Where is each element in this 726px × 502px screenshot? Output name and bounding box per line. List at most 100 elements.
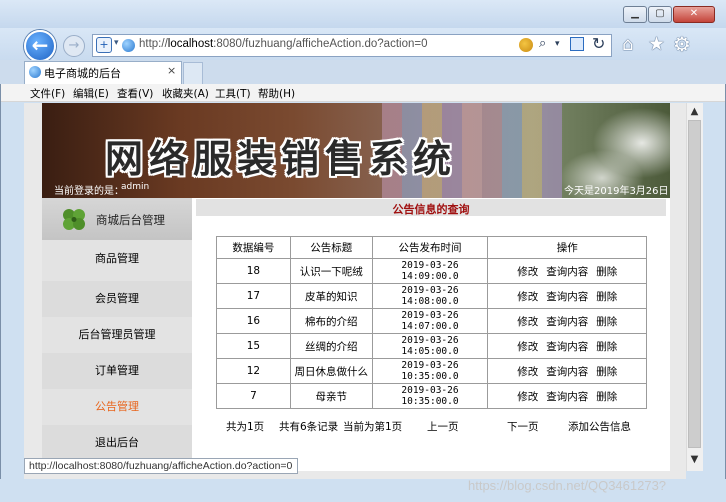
edit-link[interactable]: 修改 bbox=[517, 366, 538, 378]
notice-table: 数据编号 公告标题 公告发布时间 操作 18 认识一下呢绒 2019-03-26… bbox=[216, 236, 647, 409]
sidebar-item-admins[interactable]: 后台管理员管理 bbox=[42, 317, 192, 353]
table-row: 12 周日休息做什么 2019-03-26 10:35:00.0 修改 查询内容删… bbox=[216, 358, 647, 384]
edit-link[interactable]: 修改 bbox=[517, 341, 538, 353]
table-row: 18 认识一下呢绒 2019-03-26 14:09:00.0 修改 查询内容 删除 bbox=[216, 258, 647, 284]
menu-favorites[interactable]: 收藏夹(A) bbox=[162, 86, 209, 101]
notice-time: 2019-03-26 10:35:00.0 bbox=[371, 383, 489, 409]
address-dropdown-icon[interactable]: ▾ bbox=[114, 38, 119, 48]
close-window-button[interactable]: ✕ bbox=[673, 6, 715, 23]
view-link[interactable]: 查询内容 bbox=[546, 266, 588, 278]
table-row: 15 丝绸的介绍 2019-03-26 14:05:00.0 修改 查询内容 删除 bbox=[216, 333, 647, 359]
delete-link[interactable]: 删除 bbox=[596, 366, 617, 378]
gear-icon[interactable]: ⚙ bbox=[673, 32, 691, 56]
url-prefix: http:// bbox=[139, 38, 168, 50]
view-link[interactable]: 查询内容 bbox=[546, 391, 588, 403]
delete-link[interactable]: 删除 bbox=[596, 391, 617, 403]
sidebar-item-members[interactable]: 会员管理 bbox=[42, 281, 192, 317]
watermark: https://blog.csdn.net/QQ3461273? bbox=[468, 478, 667, 493]
home-icon[interactable]: ⌂ bbox=[622, 34, 633, 55]
menu-view[interactable]: 查看(V) bbox=[117, 86, 153, 101]
refresh-icon[interactable]: ↻ bbox=[592, 34, 605, 53]
maximize-button[interactable]: ▢ bbox=[648, 6, 672, 23]
scroll-up-icon[interactable]: ▲ bbox=[686, 103, 703, 120]
compatibility-view-icon[interactable] bbox=[570, 37, 584, 51]
tab-close-icon[interactable]: × bbox=[167, 64, 176, 77]
security-shield-icon[interactable]: + bbox=[96, 37, 112, 53]
notice-time: 2019-03-26 14:09:00.0 bbox=[371, 258, 489, 284]
view-link[interactable]: 查询内容 bbox=[546, 316, 588, 328]
address-url[interactable]: http://localhost:8080/fuzhuang/afficheAc… bbox=[139, 38, 509, 50]
menu-help[interactable]: 帮助(H) bbox=[258, 86, 295, 101]
notice-title: 丝绸的介绍 bbox=[289, 333, 373, 359]
sidebar-item-notices[interactable]: 公告管理 bbox=[42, 389, 192, 425]
menu-file[interactable]: 文件(F) bbox=[30, 86, 65, 101]
tab-ie-icon bbox=[29, 66, 41, 78]
notice-title: 周日休息做什么 bbox=[289, 358, 373, 384]
search-dropdown-icon[interactable]: ▾ bbox=[555, 39, 560, 49]
edit-link[interactable]: 修改 bbox=[517, 391, 538, 403]
notice-id: 7 bbox=[216, 383, 291, 409]
notice-ops: 修改 查询内容 删除 bbox=[487, 333, 647, 359]
search-icon[interactable]: ⌕ bbox=[539, 36, 546, 51]
notice-id: 12 bbox=[216, 358, 291, 384]
menu-tools[interactable]: 工具(T) bbox=[215, 86, 251, 101]
notice-time: 2019-03-26 14:08:00.0 bbox=[371, 283, 489, 309]
delete-link[interactable]: 删除 bbox=[596, 341, 617, 353]
column-header: 公告标题 bbox=[289, 236, 373, 259]
table-row: 17 皮革的知识 2019-03-26 14:08:00.0 修改 查询内容 删除 bbox=[216, 283, 647, 309]
pager-next-link[interactable]: 下一页 bbox=[507, 419, 539, 434]
sidebar-title: 商城后台管理 bbox=[96, 213, 165, 227]
menu-edit[interactable]: 编辑(E) bbox=[73, 86, 109, 101]
notice-title: 认识一下呢绒 bbox=[289, 258, 373, 284]
notice-id: 17 bbox=[216, 283, 291, 309]
content-title: 公告信息的查询 bbox=[392, 203, 470, 216]
table-header-row: 数据编号 公告标题 公告发布时间 操作 bbox=[216, 236, 647, 259]
table-row: 7 母亲节 2019-03-26 10:35:00.0 修改 查询内容 删除 bbox=[216, 383, 647, 409]
pager-total-pages: 共为1页 bbox=[226, 421, 265, 433]
edit-link[interactable]: 修改 bbox=[517, 266, 538, 278]
compatibility-icon[interactable] bbox=[519, 38, 533, 52]
scroll-thumb[interactable] bbox=[688, 120, 701, 448]
notice-id: 16 bbox=[216, 308, 291, 334]
current-date: 今天是2019年3月26日 bbox=[564, 186, 669, 197]
table-row: 16 棉布的介绍 2019-03-26 14:07:00.0 修改 查询内容 删除 bbox=[216, 308, 647, 334]
forward-arrow-icon[interactable]: → bbox=[63, 35, 85, 57]
delete-link[interactable]: 删除 bbox=[596, 266, 617, 278]
menu-bar bbox=[1, 84, 725, 102]
sidebar-item-orders[interactable]: 订单管理 bbox=[42, 353, 192, 389]
back-arrow-icon[interactable]: ← bbox=[24, 30, 56, 62]
notice-time: 2019-03-26 14:07:00.0 bbox=[371, 308, 489, 334]
column-header: 公告发布时间 bbox=[371, 236, 489, 259]
notice-ops: 修改 查询内容 删除 bbox=[487, 283, 647, 309]
ie-page-icon bbox=[122, 39, 135, 52]
view-link[interactable]: 查询内容 bbox=[546, 341, 588, 353]
login-user: admin bbox=[121, 182, 150, 192]
notice-time: 2019-03-26 10:35:00.0 bbox=[371, 358, 489, 384]
notice-ops: 修改 查询内容 删除 bbox=[487, 258, 647, 284]
edit-link[interactable]: 修改 bbox=[517, 316, 538, 328]
pager-current-page: 当前为第1页 bbox=[343, 421, 403, 433]
favorites-star-icon[interactable]: ★ bbox=[648, 33, 665, 55]
delete-link[interactable]: 删除 bbox=[596, 291, 617, 303]
status-url: http://localhost:8080/fuzhuang/afficheAc… bbox=[29, 460, 293, 472]
notice-title: 皮革的知识 bbox=[289, 283, 373, 309]
delete-link[interactable]: 删除 bbox=[596, 316, 617, 328]
sidebar-item-products[interactable]: 商品管理 bbox=[42, 241, 192, 277]
add-notice-link[interactable]: 添加公告信息 bbox=[568, 419, 631, 434]
title-bar bbox=[0, 0, 726, 28]
scroll-down-icon[interactable]: ▼ bbox=[686, 451, 703, 468]
sidebar-item-logout[interactable]: 退出后台 bbox=[42, 425, 192, 461]
pager-prev-link[interactable]: 上一页 bbox=[427, 419, 459, 434]
clover-icon bbox=[63, 209, 85, 230]
notice-id: 15 bbox=[216, 333, 291, 359]
minimize-button[interactable]: ▁ bbox=[623, 6, 647, 23]
notice-ops: 修改 查询内容 删除 bbox=[487, 308, 647, 334]
column-header: 操作 bbox=[487, 236, 647, 259]
column-header: 数据编号 bbox=[216, 236, 291, 259]
view-link[interactable]: 查询内容 bbox=[546, 366, 588, 378]
new-tab-button[interactable] bbox=[183, 62, 203, 84]
view-link[interactable]: 查询内容 bbox=[546, 291, 588, 303]
url-host: localhost bbox=[167, 38, 214, 50]
tab-title[interactable]: 电子商城的后台 bbox=[44, 65, 121, 81]
edit-link[interactable]: 修改 bbox=[517, 291, 538, 303]
